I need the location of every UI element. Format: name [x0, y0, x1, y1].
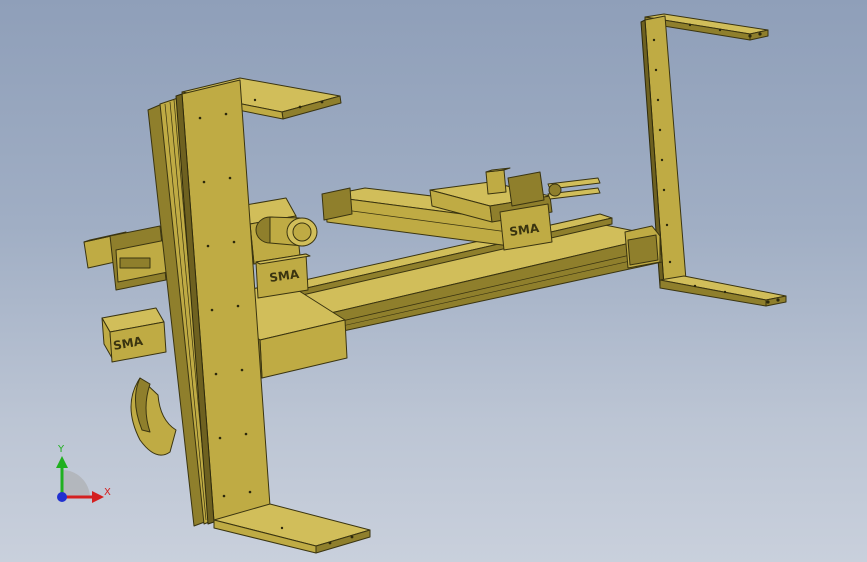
right-u-frame-bracket[interactable]	[640, 13, 787, 307]
left-rotary-bracket[interactable]: SMA	[101, 307, 177, 456]
left-motor-actuator[interactable]	[83, 225, 169, 291]
y-axis-label: Y	[57, 444, 65, 455]
cad-assembly-view[interactable]: SMA SMA SMA Y X	[0, 0, 867, 562]
coordinate-triad: Y X	[56, 444, 111, 503]
triad-plane-indicator	[62, 470, 90, 497]
x-axis-label: X	[104, 487, 111, 498]
x-axis-arrowhead	[92, 491, 104, 503]
y-axis-arrowhead	[56, 456, 68, 468]
z-axis-dot	[57, 492, 67, 502]
cad-graphics-viewport[interactable]: SMA SMA SMA Y X	[0, 0, 867, 562]
